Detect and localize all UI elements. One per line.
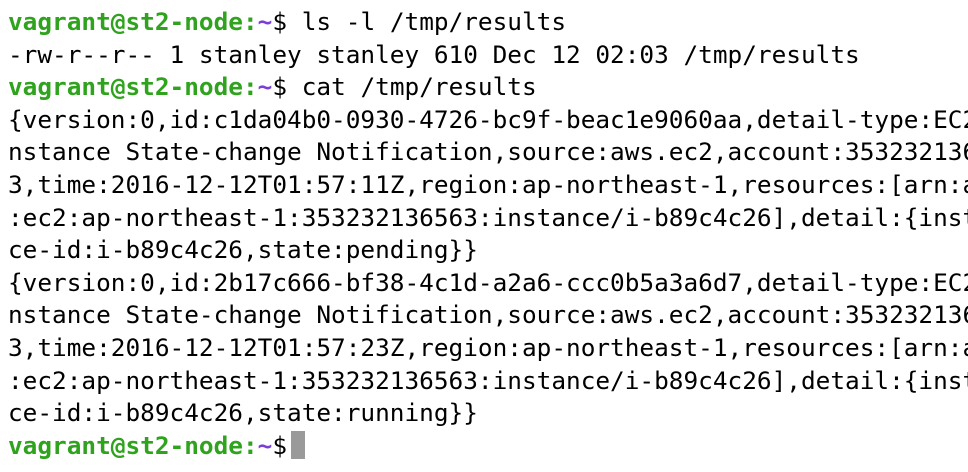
prompt-symbol: $	[272, 430, 288, 460]
prompt-path: ~	[257, 7, 273, 36]
output-line: 3,time:2016-12-12T01:57:11Z,region:ap-no…	[8, 169, 968, 199]
prompt-colon: :	[242, 430, 258, 460]
prompt-symbol: $	[272, 72, 288, 102]
output-line: ce-id:i-b89c4c26,state:pending}}	[8, 235, 478, 265]
output-line: :ec2:ap-northeast-1:353232136563:instanc…	[8, 365, 968, 395]
prompt-line-2: vagrant@st2-node:~$ cat /tmp/results	[8, 71, 960, 104]
output-line: nstance State-change Notification,source…	[8, 300, 968, 330]
prompt-user: vagrant	[8, 7, 111, 36]
prompt-user: vagrant	[8, 430, 111, 460]
prompt-symbol: $	[272, 7, 288, 36]
prompt-at: @	[110, 430, 126, 460]
prompt-path: ~	[257, 72, 273, 102]
output-line: -rw-r--r-- 1 stanley stanley 610 Dec 12 …	[8, 39, 860, 69]
terminal-window[interactable]: vagrant@st2-node:~$ ls -l /tmp/results -…	[0, 0, 968, 472]
prompt-line-1: vagrant@st2-node:~$ ls -l /tmp/results	[8, 6, 960, 39]
prompt-colon: :	[242, 72, 258, 102]
prompt-at: @	[110, 72, 126, 102]
output-line: nstance State-change Notification,source…	[8, 137, 968, 167]
prompt-user: vagrant	[8, 72, 111, 102]
prompt-host: st2-node	[125, 72, 243, 102]
prompt-colon: :	[242, 7, 258, 36]
output-line: :ec2:ap-northeast-1:353232136563:instanc…	[8, 202, 968, 232]
prompt-host: st2-node	[125, 430, 243, 460]
output-line: {version:0,id:c1da04b0-0930-4726-bc9f-be…	[8, 104, 968, 134]
prompt-host: st2-node	[125, 7, 243, 36]
output-line: {version:0,id:2b17c666-bf38-4c1d-a2a6-cc…	[8, 267, 968, 297]
output-line: ce-id:i-b89c4c26,state:running}}	[8, 398, 478, 428]
output-line: 3,time:2016-12-12T01:57:23Z,region:ap-no…	[8, 332, 968, 362]
command-text: ls -l /tmp/results	[301, 7, 567, 36]
command-text: cat /tmp/results	[301, 72, 537, 102]
prompt-path: ~	[257, 430, 273, 460]
prompt-line-3[interactable]: vagrant@st2-node:~$	[8, 430, 960, 463]
text-cursor[interactable]	[291, 430, 306, 459]
prompt-at: @	[110, 7, 126, 36]
